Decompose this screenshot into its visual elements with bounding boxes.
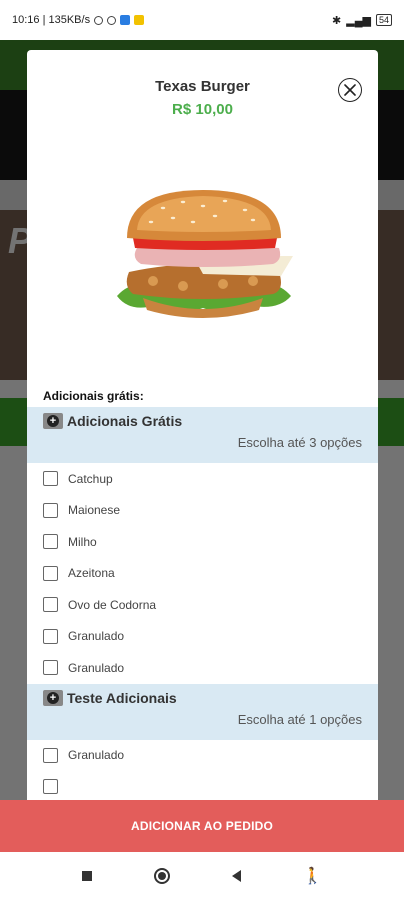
option-label: Milho [68,534,97,549]
option-label: Granulado [68,748,125,763]
close-icon[interactable] [338,78,362,102]
option-granulado-2[interactable]: Granulado [27,652,378,684]
option-label: Catchup [68,471,113,486]
group-title: Teste Adicionais [67,689,177,706]
status-time-speed: 10:16 | 135KB/s [12,14,91,26]
chat-notification-icon [134,15,145,25]
bluetooth-icon: ✱ [332,14,342,27]
accessibility-icon[interactable]: 🚶 [303,866,323,886]
option-partial[interactable] [27,771,378,800]
group-title: Adicionais Grátis [67,413,183,429]
plus-circle-icon: + [43,689,63,706]
option-milho[interactable]: Milho [27,526,378,558]
home-circle-icon[interactable] [153,868,170,884]
option-label: Ovo de Codorna [68,597,157,612]
product-image [27,170,378,380]
alarm-icon [107,15,117,25]
option-granulado[interactable]: Granulado [27,621,378,653]
checkbox[interactable] [43,565,58,581]
checkbox[interactable] [43,747,58,763]
back-triangle-icon[interactable] [231,870,241,882]
option-label: Azeitona [68,566,115,581]
square-icon[interactable] [81,871,92,881]
checkbox[interactable] [43,660,58,676]
option-label: Granulado [68,660,125,675]
group-header-teste-adicionais[interactable]: + Teste Adicionais Escolha até 1 opções [27,683,378,740]
checkbox[interactable] [43,779,58,795]
option-granulado-3[interactable]: Granulado [27,740,378,772]
checkbox[interactable] [43,534,58,550]
navigation-bar: 🚶 [0,852,404,900]
section-label: Adicionais grátis: [43,389,144,403]
signal-icon: ▂▄▆ [346,14,371,27]
checkbox[interactable] [43,628,58,644]
add-to-order-button[interactable]: ADICIONAR AO PEDIDO [0,800,404,852]
group-subtitle: Escolha até 1 opções [237,711,362,727]
battery-icon: 54 [375,14,392,26]
status-bar: 10:16 | 135KB/s ✱ ▂▄▆ 54 [0,0,404,40]
option-ovo-de-codorna[interactable]: Ovo de Codorna [27,589,378,621]
app-notification-icon [120,15,131,25]
option-label: Granulado [68,629,125,644]
group-header-adicionais-gratis[interactable]: + Adicionais Grátis Escolha até 3 opções [27,407,378,463]
product-price: R$ 10,00 [172,101,233,118]
checkbox[interactable] [43,502,58,518]
checkbox[interactable] [43,597,58,613]
product-name: Texas Burger [155,78,250,95]
option-azeitona[interactable]: Azeitona [27,558,378,590]
option-catchup[interactable]: Catchup [27,463,378,495]
option-label: Maionese [68,503,121,518]
plus-circle-icon: + [43,413,63,429]
moon-icon [94,15,104,25]
product-modal: Texas Burger R$ 10,00 Adicionais grátis:… [27,50,378,800]
checkbox[interactable] [43,471,58,487]
modal-header: Texas Burger R$ 10,00 [27,50,378,170]
option-maionese[interactable]: Maionese [27,495,378,527]
group-subtitle: Escolha até 3 opções [237,435,362,450]
